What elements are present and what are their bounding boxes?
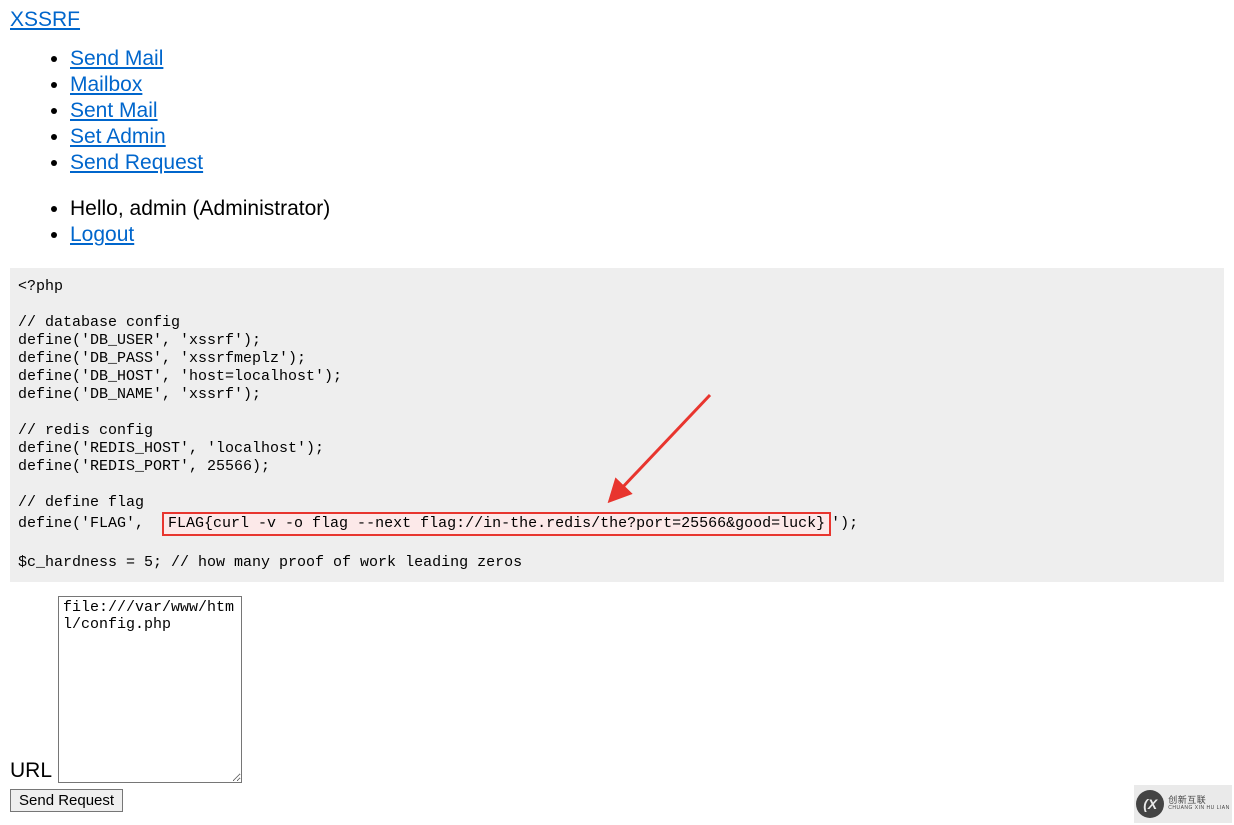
nav-item-sent-mail: Sent Mail <box>70 98 1234 124</box>
url-label: URL <box>10 759 52 783</box>
nav-gap <box>70 176 1234 196</box>
nav-item-send-mail: Send Mail <box>70 46 1234 72</box>
watermark-logo-icon: (X <box>1136 790 1164 818</box>
send-request-form: URL Send Request <box>10 596 1234 812</box>
send-request-button[interactable]: Send Request <box>10 789 123 812</box>
nav-greeting: Hello, admin (Administrator) <box>70 196 1234 222</box>
nav-item-set-admin: Set Admin <box>70 124 1234 150</box>
flag-highlight: FLAG{curl -v -o flag --next flag://in-th… <box>162 512 831 536</box>
nav-link-sent-mail[interactable]: Sent Mail <box>70 99 158 122</box>
code-line: define('DB_NAME', 'xssrf'); <box>18 386 261 403</box>
code-line: define('REDIS_HOST', 'localhost'); <box>18 440 324 457</box>
code-line-suffix: '); <box>831 515 858 532</box>
code-line: // define flag <box>18 494 144 511</box>
nav-item-send-request: Send Request <box>70 150 1234 176</box>
code-line: define('DB_USER', 'xssrf'); <box>18 332 261 349</box>
code-line: define('DB_PASS', 'xssrfmeplz'); <box>18 350 306 367</box>
nav-item-mailbox: Mailbox <box>70 72 1234 98</box>
code-line-prefix: define('FLAG', <box>18 515 162 532</box>
nav-link-send-request[interactable]: Send Request <box>70 151 203 174</box>
nav-link-mailbox[interactable]: Mailbox <box>70 73 142 96</box>
brand-link[interactable]: XSSRF <box>10 8 80 32</box>
watermark: (X 创新互联 CHUANG XIN HU LIAN <box>1134 785 1232 823</box>
code-output: <?php // database config define('DB_USER… <box>10 268 1224 582</box>
nav-link-send-mail[interactable]: Send Mail <box>70 47 163 70</box>
code-line: $c_hardness = 5; // how many proof of wo… <box>18 554 522 571</box>
nav-link-set-admin[interactable]: Set Admin <box>70 125 166 148</box>
code-line: define('DB_HOST', 'host=localhost'); <box>18 368 342 385</box>
nav-list: Send Mail Mailbox Sent Mail Set Admin Se… <box>0 46 1234 248</box>
annotation-arrow-icon <box>605 390 725 510</box>
nav-link-logout[interactable]: Logout <box>70 223 134 246</box>
url-input[interactable] <box>58 596 242 783</box>
watermark-text: 创新互联 CHUANG XIN HU LIAN <box>1168 796 1230 811</box>
code-line: <?php <box>18 278 63 295</box>
code-line: // database config <box>18 314 180 331</box>
code-line: define('REDIS_PORT', 25566); <box>18 458 270 475</box>
code-line: // redis config <box>18 422 153 439</box>
nav-item-logout: Logout <box>70 222 1234 248</box>
watermark-line2: CHUANG XIN HU LIAN <box>1168 806 1230 812</box>
